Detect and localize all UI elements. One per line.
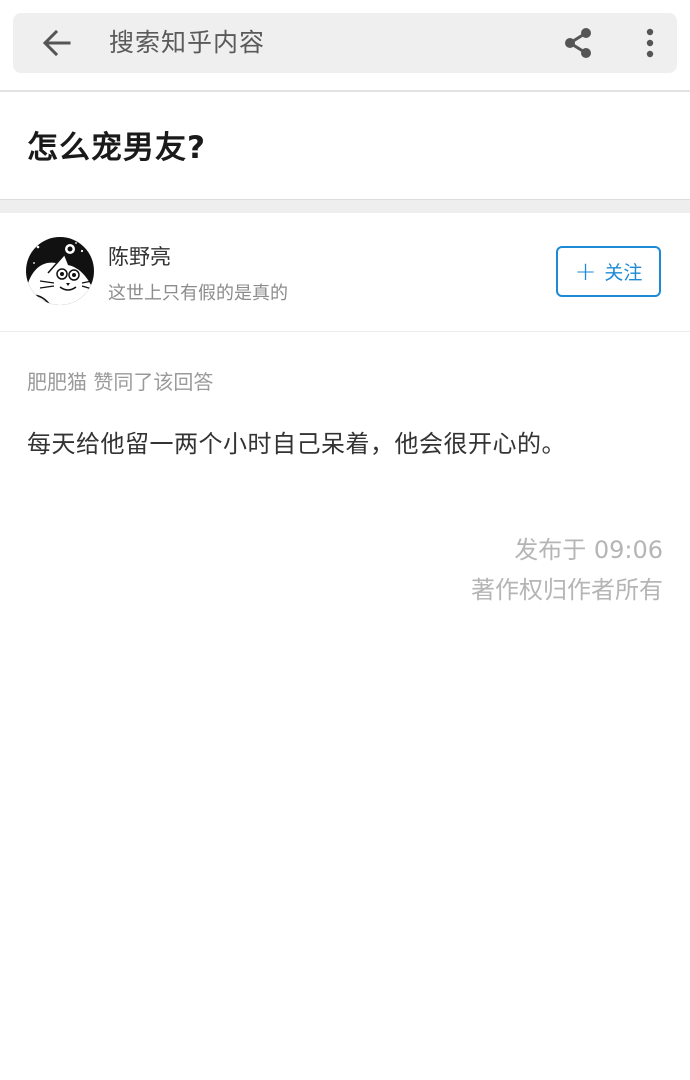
plus-icon: + [574,256,597,287]
avatar[interactable] [26,237,94,305]
author-bio: 这世上只有假的是真的 [108,283,288,304]
copyright-notice: 著作权归作者所有 [471,576,663,604]
question-title[interactable]: 怎么宠男友? [27,122,206,167]
share-icon [565,28,591,58]
author-row: 陈野亮 这世上只有假的是真的 + 关注 [0,213,690,332]
search-input[interactable]: 搜索知乎内容 [109,27,265,59]
top-bar: 搜索知乎内容 [0,0,690,90]
more-vertical-icon [646,28,654,58]
follow-button[interactable]: + 关注 [556,246,661,297]
cat-avatar-icon [26,237,94,305]
answer-meta: 发布于 09:06 著作权归作者所有 [471,530,663,610]
author-name[interactable]: 陈野亮 [108,241,171,271]
section-separator [0,199,690,213]
answer-page: 搜索知乎内容 怎么宠男友? 陈野亮 这世上只有假的是真的 + 关注 肥肥猫 赞同… [0,0,690,1080]
search-bar[interactable]: 搜索知乎内容 [13,13,677,73]
question-header[interactable]: 怎么宠男友? [0,92,690,199]
answer-content: 每天给他留一两个小时自己呆着，他会很开心的。 [27,430,566,458]
more-options-button[interactable] [635,25,665,61]
publish-time: 发布于 09:06 [514,536,663,564]
share-button[interactable] [561,25,597,61]
arrow-left-icon [42,29,71,57]
voter-info: 肥肥猫 赞同了该回答 [27,370,214,394]
back-button[interactable] [39,25,75,61]
follow-label: 关注 [604,262,643,284]
